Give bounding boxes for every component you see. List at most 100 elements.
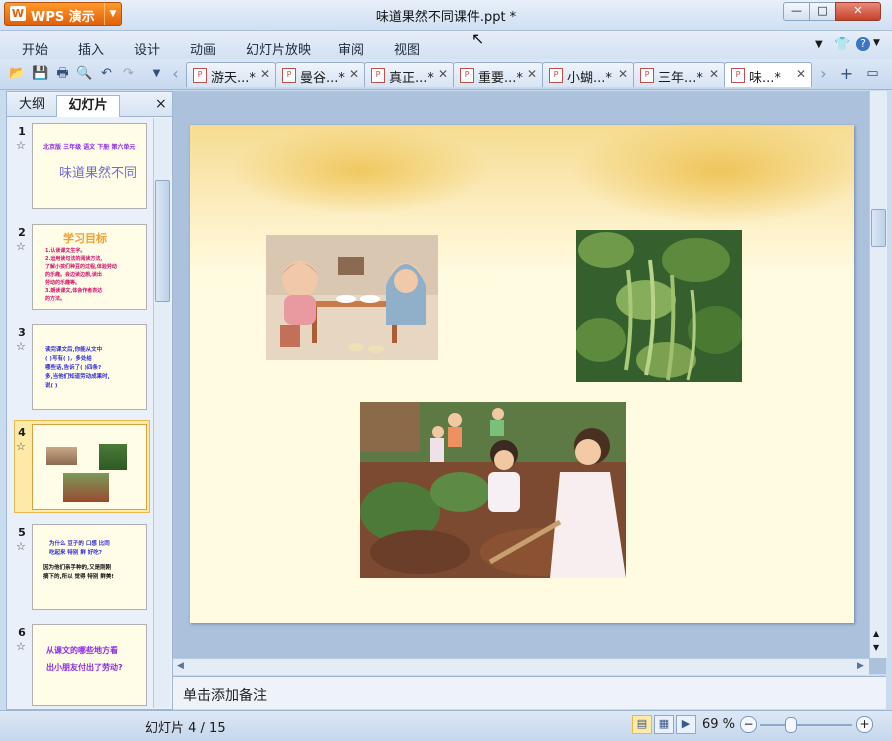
close-icon[interactable]: ✕ <box>796 67 806 81</box>
thumbnail-scrollbar[interactable] <box>153 118 170 708</box>
redo-icon[interactable]: ↷ <box>120 65 137 82</box>
close-icon[interactable]: ✕ <box>709 67 719 81</box>
menu-design[interactable]: 设计 <box>134 39 160 58</box>
bean-plant-photo[interactable] <box>576 230 742 382</box>
zoom-in-icon[interactable]: + <box>856 716 873 733</box>
slide-thumbnail[interactable]: 读完课文后,你能从文中 ( )写有( )，多处给 哪些话,告诉了( )四条? 多… <box>32 324 147 410</box>
thumb-text: 1.认读课文生字。 <box>45 248 86 254</box>
close-icon[interactable]: ✕ <box>260 67 270 81</box>
scroll-right-icon[interactable]: ▶ <box>857 661 864 671</box>
maximize-button[interactable]: □ <box>809 2 836 21</box>
new-tab-plus-icon[interactable]: + <box>838 65 855 82</box>
thumb-title: 味道果然不同 <box>59 166 138 181</box>
cloud-decoration <box>230 125 490 215</box>
window-title: 味道果然不同课件.ppt * <box>375 10 517 25</box>
doc-tab[interactable]: P 真正...* ✕ <box>364 62 454 87</box>
thumb-title: 学习目标 <box>63 232 107 245</box>
cloud-decoration <box>570 125 854 225</box>
chevron-down-icon[interactable]: ▼ <box>873 38 880 48</box>
thumb-photo <box>46 447 77 465</box>
menu-home[interactable]: 开始 <box>22 39 48 58</box>
thumb-text: 的乐趣。会边读边想,读出 <box>45 272 102 278</box>
thumb-text: 因为他们亲手种的,又是刚刚 <box>43 565 112 571</box>
slide-thumbnail[interactable]: 从课文的哪些地方看 出小朋友付出了劳动? <box>32 624 147 706</box>
doc-tab-label: 三年...* <box>658 71 703 86</box>
tabs-right-arrow-icon[interactable]: › <box>815 65 832 82</box>
tab-outline[interactable]: 大纲 <box>9 95 55 116</box>
slide-thumbnail[interactable]: 学习目标 1.认读课文生字。 2.运用读句法的阅读方法, 了解小孩们种豆的过程,… <box>32 224 147 310</box>
slide-canvas[interactable] <box>190 125 854 623</box>
thumb-text: 为什么 豆子的 口感 比同 <box>49 541 110 547</box>
customize-dropdown-icon[interactable]: ▼ <box>148 65 165 82</box>
notes-placeholder[interactable]: 单击添加备注 <box>183 685 267 705</box>
doc-tab-label: 味...* <box>749 71 781 86</box>
notes-pane[interactable]: 单击添加备注 <box>173 676 886 709</box>
slide-sorter-icon[interactable]: ▦ <box>654 715 674 734</box>
scroll-left-icon[interactable]: ◀ <box>177 661 184 671</box>
thumb-text: 吃起来 特别 鲜 好吃? <box>49 550 102 556</box>
doc-tab[interactable]: P 三年...* ✕ <box>633 62 725 87</box>
slideshow-play-icon[interactable]: ▶ <box>676 715 696 734</box>
slide-thumbnail-selected[interactable] <box>32 424 147 510</box>
doc-tab[interactable]: P 重要...* ✕ <box>453 62 543 87</box>
close-icon[interactable]: ✕ <box>527 67 537 81</box>
menu-bar: 开始 插入 设计 动画 幻灯片放映 审阅 视图 ▼ 👕 ? ▼ <box>0 31 892 59</box>
thumb-text: 劳动的乐趣等。 <box>45 280 81 286</box>
tabs-left-arrow-icon[interactable]: ‹ <box>167 65 184 82</box>
panel-header: 大纲 幻灯片 × <box>7 92 172 117</box>
next-slide-icon[interactable]: ▼ <box>873 643 879 652</box>
thumb-photo <box>63 473 109 502</box>
doc-tab-active[interactable]: P 味...* ✕ <box>724 62 812 87</box>
doc-tab[interactable]: P 曼谷...* ✕ <box>275 62 365 87</box>
tab-list-icon[interactable]: ▭ <box>864 65 881 82</box>
normal-view-icon[interactable]: ▤ <box>632 715 652 734</box>
slide-thumbnail[interactable]: 北京版 三年级 语文 下册 第六单元 味道果然不同 <box>32 123 147 209</box>
menu-slideshow[interactable]: 幻灯片放映 <box>246 39 311 58</box>
menu-animation[interactable]: 动画 <box>190 39 216 58</box>
minimize-button[interactable]: — <box>783 2 810 21</box>
print-preview-icon[interactable]: 🔍 <box>76 65 93 82</box>
menu-review[interactable]: 审阅 <box>338 39 364 58</box>
doc-tab[interactable]: P 小蝴...* ✕ <box>542 62 634 87</box>
tab-slides[interactable]: 幻灯片 <box>56 95 120 117</box>
ppt-file-icon: P <box>549 68 563 83</box>
chevron-down-icon[interactable]: ▼ <box>815 39 823 50</box>
zoom-out-icon[interactable]: − <box>740 716 757 733</box>
close-icon[interactable]: ✕ <box>618 67 628 81</box>
children-planting-illustration <box>360 402 626 578</box>
thumb-text: 3.朗读课文,体会作者表达 <box>45 288 103 294</box>
doc-tab-label: 真正...* <box>389 71 434 86</box>
children-table-photo[interactable] <box>266 235 438 360</box>
zoom-level: 69 % <box>702 717 736 732</box>
close-icon[interactable]: ✕ <box>349 67 359 81</box>
slide-thumbnail[interactable]: 为什么 豆子的 口感 比同 吃起来 特别 鲜 好吃? 因为他们亲手种的,又是刚刚… <box>32 524 147 610</box>
star-icon: ☆ <box>16 240 26 253</box>
close-icon[interactable]: ✕ <box>438 67 448 81</box>
editor-vertical-scrollbar[interactable]: ▲ ▼ <box>869 91 887 658</box>
save-icon[interactable]: 💾 <box>32 65 49 82</box>
doc-tab[interactable]: P 游天...* ✕ <box>186 62 276 87</box>
quick-access-toolbar: 📂 💾 🖶 🔍 ↶ ↷ ▼ ‹ P 游天...* ✕ P 曼谷...* ✕ P … <box>0 59 892 90</box>
zoom-slider-knob[interactable] <box>785 717 797 733</box>
editor-horizontal-scrollbar[interactable]: ◀ ▶ <box>173 658 869 675</box>
scrollbar-thumb[interactable] <box>871 209 886 247</box>
scrollbar-thumb[interactable] <box>155 180 170 302</box>
slides-panel: 大纲 幻灯片 × 1 ☆ 北京版 三年级 语文 下册 第六单元 味道果然不同 2… <box>6 91 173 710</box>
menu-view[interactable]: 视图 <box>394 39 420 58</box>
print-icon[interactable]: 🖶 <box>54 65 71 82</box>
slide-number: 2 <box>18 226 26 239</box>
help-icon[interactable]: ? <box>856 37 870 51</box>
menu-insert[interactable]: 插入 <box>78 39 104 58</box>
skin-shirt-icon[interactable]: 👕 <box>834 37 850 52</box>
close-icon[interactable]: × <box>155 96 167 112</box>
children-planting-photo[interactable] <box>360 402 626 578</box>
zoom-slider-track[interactable] <box>760 724 852 726</box>
undo-icon[interactable]: ↶ <box>98 65 115 82</box>
close-window-button[interactable]: ✕ <box>835 2 881 21</box>
ppt-file-icon: P <box>193 68 207 83</box>
ppt-file-icon: P <box>460 68 474 83</box>
open-folder-icon[interactable]: 📂 <box>9 65 26 82</box>
children-table-illustration <box>266 235 438 360</box>
prev-slide-icon[interactable]: ▲ <box>873 629 879 638</box>
doc-tab-label: 游天...* <box>211 71 256 86</box>
